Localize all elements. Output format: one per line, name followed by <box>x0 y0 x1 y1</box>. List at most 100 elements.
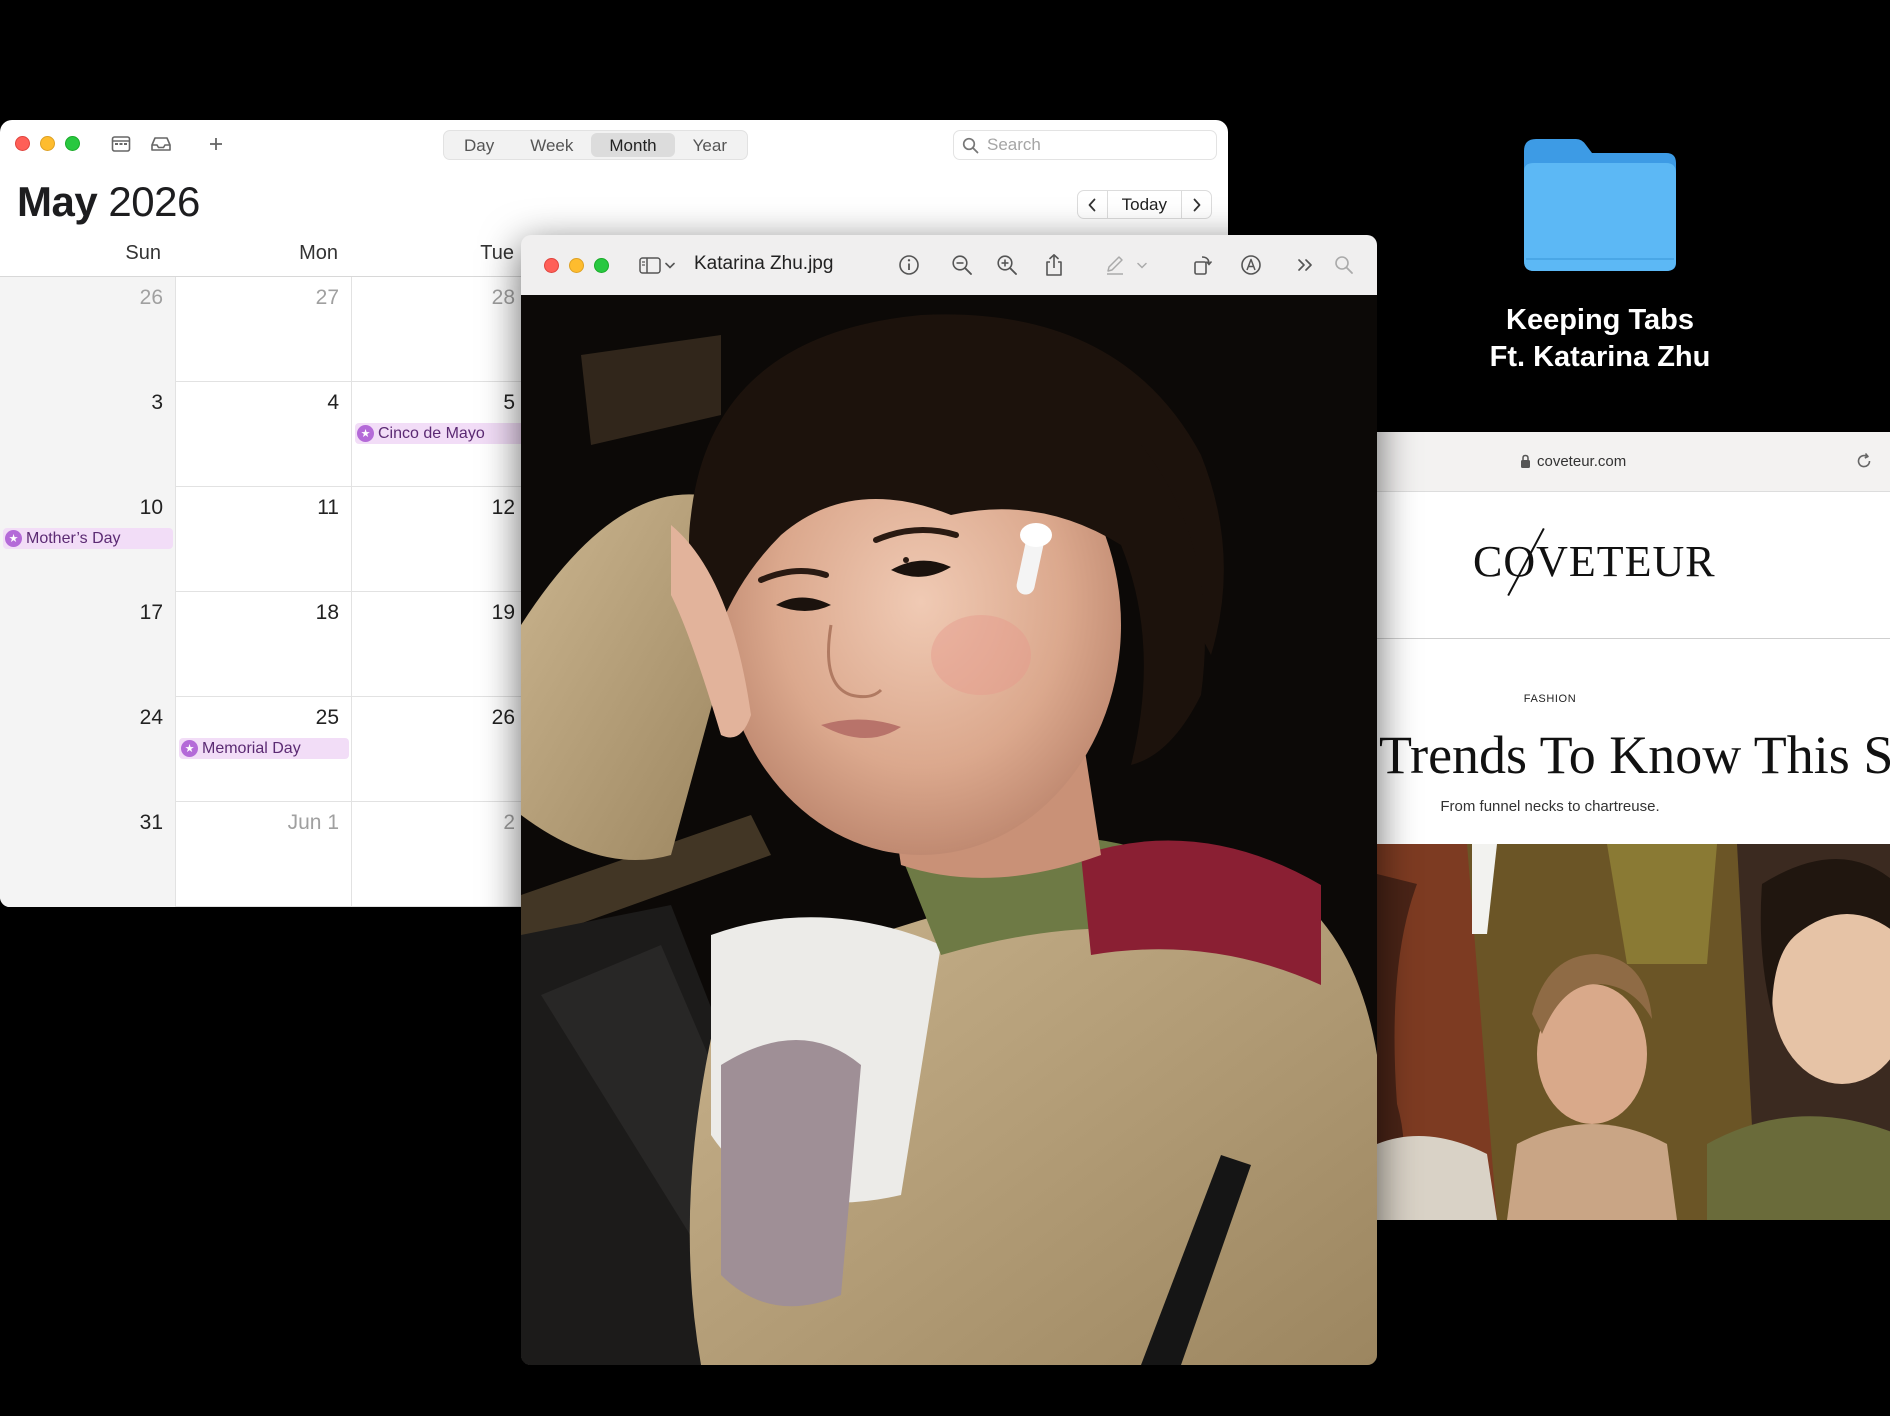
folder-icon[interactable] <box>1520 135 1680 275</box>
share-icon[interactable] <box>1041 252 1067 278</box>
calendar-day-cell[interactable]: 2 <box>352 802 528 907</box>
tab-day[interactable]: Day <box>446 133 512 157</box>
site-logo[interactable]: COVETEUR <box>1473 536 1716 587</box>
zoom-out-icon[interactable] <box>949 252 975 278</box>
rotate-icon[interactable] <box>1190 252 1216 278</box>
chevron-down-icon[interactable] <box>662 252 678 278</box>
day-number: 11 <box>317 496 339 519</box>
info-icon[interactable] <box>896 252 922 278</box>
search-input[interactable] <box>987 135 1197 155</box>
calendar-day-cell[interactable]: 17 <box>0 592 176 697</box>
calendar-day-cell[interactable]: 4 <box>176 382 352 487</box>
day-number: 24 <box>139 706 163 729</box>
calendar-day-cell[interactable]: 24 <box>0 697 176 802</box>
day-number: 10 <box>139 496 163 519</box>
folder-label-line: Ft. Katarina Zhu <box>1489 341 1711 373</box>
calendar-day-cell[interactable]: 19 <box>352 592 528 697</box>
holiday-star-icon: ★ <box>5 530 22 547</box>
day-number: 26 <box>139 286 163 309</box>
day-number: 18 <box>315 601 339 624</box>
calendar-day-cell[interactable]: 12 <box>352 487 528 592</box>
preview-window: Katarina Zhu.jpg <box>521 235 1377 1365</box>
calendar-day-cell[interactable]: 27 <box>176 277 352 382</box>
search-icon[interactable] <box>1331 252 1357 278</box>
chevron-left-icon <box>1088 198 1096 211</box>
next-month-button[interactable] <box>1182 191 1211 218</box>
calendar-day-cell[interactable]: 18 <box>176 592 352 697</box>
calendar-day-cell[interactable]: 11 <box>176 487 352 592</box>
day-number: 3 <box>151 391 163 414</box>
day-number: 5 <box>503 391 515 414</box>
view-segmented-control: Day Week Month Year <box>443 130 748 160</box>
zoom-button[interactable] <box>594 258 609 273</box>
day-number: 26 <box>491 706 515 729</box>
calendar-day-cell[interactable]: 31 <box>0 802 176 907</box>
calendar-day-cell[interactable]: 5 ★ Cinco de Mayo <box>352 382 528 487</box>
more-chevrons-icon[interactable] <box>1293 252 1319 278</box>
window-title: Katarina Zhu.jpg <box>694 253 834 274</box>
article-hero-image[interactable] <box>1377 844 1890 1220</box>
search-field[interactable] <box>953 130 1217 160</box>
reload-icon[interactable] <box>1855 452 1873 470</box>
year-label: 2026 <box>108 178 200 225</box>
minimize-button[interactable] <box>40 136 55 151</box>
chevron-down-icon[interactable] <box>1134 252 1150 278</box>
lock-icon <box>1521 454 1530 468</box>
minimize-button[interactable] <box>569 258 584 273</box>
markup-circle-icon[interactable] <box>1238 252 1264 278</box>
calendar-day-cell[interactable]: 26 <box>352 697 528 802</box>
calendar-day-cell[interactable]: 25 ★ Memorial Day <box>176 697 352 802</box>
folder-label[interactable]: Keeping Tabs Ft. Katarina Zhu <box>1440 302 1760 376</box>
tab-week[interactable]: Week <box>512 133 591 157</box>
search-icon <box>962 137 979 153</box>
add-event-icon[interactable] <box>204 132 228 156</box>
day-number: 19 <box>491 601 515 624</box>
day-number: 17 <box>139 601 163 624</box>
event-title: Mother’s Day <box>26 529 121 547</box>
article-headline[interactable]: Trends To Know This Se <box>1379 724 1890 786</box>
close-button[interactable] <box>544 258 559 273</box>
sidebar-icon[interactable] <box>637 252 663 278</box>
holiday-star-icon: ★ <box>357 425 374 442</box>
chevron-right-icon <box>1193 198 1200 211</box>
markup-pen-icon[interactable] <box>1102 252 1128 278</box>
tab-month[interactable]: Month <box>591 133 675 157</box>
calendars-list-icon[interactable] <box>109 132 133 156</box>
calendar-day-cell[interactable]: 10 ★ Mother’s Day <box>0 487 176 592</box>
date-navigation: Today <box>1076 190 1212 219</box>
weekday-label: Tue <box>480 242 514 264</box>
folder-label-line: Keeping Tabs <box>1506 304 1694 336</box>
day-number: 28 <box>491 286 515 309</box>
window-controls <box>544 258 609 273</box>
day-number: 2 <box>503 811 515 834</box>
event-title: Cinco de Mayo <box>378 424 485 442</box>
calendar-day-cell[interactable]: 28 <box>352 277 528 382</box>
weekday-label: Sun <box>125 242 161 264</box>
previous-month-button[interactable] <box>1078 191 1107 218</box>
url-text: coveteur.com <box>1537 453 1627 470</box>
day-number: 25 <box>315 706 339 729</box>
browser-window: coveteur.com COVETEUR FASHION Trends To … <box>1377 432 1890 1220</box>
address-bar[interactable]: coveteur.com <box>1377 432 1890 492</box>
day-number: 27 <box>315 286 339 309</box>
zoom-in-icon[interactable] <box>994 252 1020 278</box>
window-controls <box>15 136 80 151</box>
day-number: 4 <box>327 391 339 414</box>
today-button[interactable]: Today <box>1106 191 1182 218</box>
calendar-event[interactable]: ★ Mother’s Day <box>3 528 173 549</box>
day-number: Jun 1 <box>287 811 339 834</box>
tab-year[interactable]: Year <box>675 133 745 157</box>
portrait-photo[interactable] <box>521 295 1377 1365</box>
article-category[interactable]: FASHION <box>1377 693 1723 705</box>
close-button[interactable] <box>15 136 30 151</box>
day-number: 12 <box>491 496 515 519</box>
calendar-event[interactable]: ★ Cinco de Mayo <box>355 423 525 444</box>
calendar-day-cell[interactable]: Jun 1 <box>176 802 352 907</box>
day-number: 31 <box>139 811 163 834</box>
inbox-icon[interactable] <box>149 132 173 156</box>
calendar-day-cell[interactable]: 3 <box>0 382 176 487</box>
calendar-day-cell[interactable]: 26 <box>0 277 176 382</box>
zoom-button[interactable] <box>65 136 80 151</box>
event-title: Memorial Day <box>202 739 301 757</box>
calendar-event[interactable]: ★ Memorial Day <box>179 738 349 759</box>
